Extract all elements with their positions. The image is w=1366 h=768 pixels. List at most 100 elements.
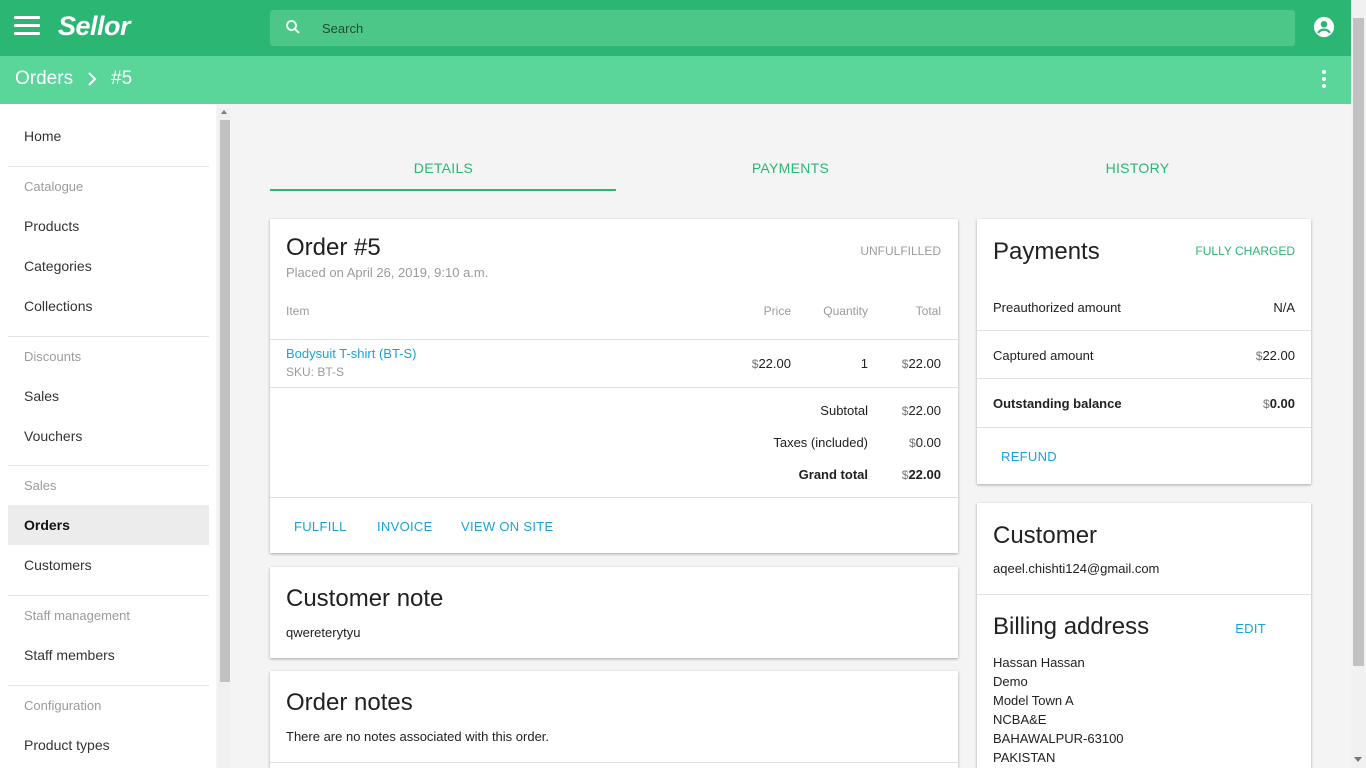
sidebar-section-discounts: Discounts xyxy=(8,336,209,376)
breadcrumb-current: #5 xyxy=(111,68,133,89)
search-input[interactable]: Search xyxy=(322,21,363,36)
breadcrumb: Orders #5 xyxy=(15,68,132,90)
address-line: Hassan Hassan xyxy=(993,655,1085,670)
column-header-total: Total xyxy=(915,304,941,318)
captured-label: Captured amount xyxy=(993,348,1094,363)
captured-amount: 22.00 xyxy=(1262,348,1295,363)
grand-total-label: Grand total xyxy=(798,467,868,482)
taxes-value: $0.00 xyxy=(909,435,941,450)
page-scrollbar-thumb[interactable] xyxy=(1353,18,1364,666)
divider xyxy=(977,594,1311,595)
address-line: BAHAWALPUR-63100 xyxy=(993,731,1124,746)
tab-history[interactable]: HISTORY xyxy=(964,150,1311,192)
subtotal-amount: 22.00 xyxy=(908,403,941,418)
scroll-up-arrow-icon[interactable] xyxy=(221,110,227,114)
customer-card: Customer aqeel.chishti124@gmail.com Bill… xyxy=(977,503,1311,768)
sidebar-section-catalogue: Catalogue xyxy=(8,166,209,206)
order-notes-title: Order notes xyxy=(286,689,413,716)
address-line: Model Town A xyxy=(993,693,1074,708)
hamburger-menu-icon[interactable] xyxy=(14,16,40,40)
payments-card: Payments FULLY CHARGED Preauthorized amo… xyxy=(977,219,1311,484)
currency-symbol: $ xyxy=(1263,397,1270,411)
order-title: Order #5 xyxy=(286,234,381,261)
captured-value: $22.00 xyxy=(1256,348,1295,363)
divider xyxy=(270,387,958,388)
fulfill-button[interactable]: FULFILL xyxy=(294,519,347,534)
order-placed-date: Placed on April 26, 2019, 9:10 a.m. xyxy=(286,265,489,280)
address-line: NCBA&E xyxy=(993,712,1047,727)
page-header: Orders #5 xyxy=(0,56,1351,104)
outstanding-label: Outstanding balance xyxy=(993,396,1122,411)
sidebar-item-collections[interactable]: Collections xyxy=(8,286,209,326)
column-header-item: Item xyxy=(286,304,310,318)
sidebar-item-home[interactable]: Home xyxy=(8,116,209,156)
billing-address-title: Billing address xyxy=(993,613,1150,640)
order-notes-empty-text: There are no notes associated with this … xyxy=(286,729,550,744)
customer-note-text: qwereterytyu xyxy=(286,625,361,640)
column-header-price: Price xyxy=(763,304,791,318)
tab-payments[interactable]: PAYMENTS xyxy=(617,150,964,192)
sidebar: Home Catalogue Products Categories Colle… xyxy=(0,104,216,768)
sidebar-scrollbar-thumb[interactable] xyxy=(220,120,230,682)
line-item-quantity: 1 xyxy=(860,356,868,371)
sidebar-item-categories[interactable]: Categories xyxy=(8,246,209,286)
view-on-site-button[interactable]: VIEW ON SITE xyxy=(461,519,553,534)
order-tabs: DETAILS PAYMENTS HISTORY xyxy=(270,150,1311,192)
grand-total-value: $22.00 xyxy=(902,467,941,482)
currency-symbol: $ xyxy=(909,436,916,450)
taxes-amount: 0.00 xyxy=(915,435,941,450)
chevron-right-icon xyxy=(88,72,97,86)
search-icon xyxy=(286,20,300,34)
taxes-label: Taxes (included) xyxy=(773,435,868,450)
grand-total-amount: 22.00 xyxy=(908,467,941,482)
more-vert-icon[interactable] xyxy=(1318,70,1330,90)
app-logo[interactable]: Sellor xyxy=(58,11,131,42)
refund-button[interactable]: REFUND xyxy=(1001,449,1057,464)
address-line: Demo xyxy=(993,674,1028,689)
divider xyxy=(270,762,958,763)
sidebar-item-vouchers[interactable]: Vouchers xyxy=(8,416,209,456)
sidebar-item-products[interactable]: Products xyxy=(8,206,209,246)
sidebar-section-configuration: Configuration xyxy=(8,685,209,725)
subtotal-value: $22.00 xyxy=(902,403,941,418)
sidebar-item-product-types[interactable]: Product types xyxy=(8,725,209,765)
sidebar-section-sales: Sales xyxy=(8,465,209,505)
address-line: PAKISTAN xyxy=(993,750,1056,765)
sidebar-item-orders[interactable]: Orders xyxy=(8,505,209,545)
line-item-price: $22.00 xyxy=(752,356,791,371)
customer-title: Customer xyxy=(993,522,1098,549)
scroll-down-arrow-icon[interactable] xyxy=(1354,757,1362,762)
line-item-total-value: 22.00 xyxy=(908,356,941,371)
customer-note-card: Customer note qwereterytyu xyxy=(270,567,958,658)
outstanding-amount: 0.00 xyxy=(1269,396,1295,411)
customer-note-title: Customer note xyxy=(286,585,444,612)
line-item-name-link[interactable]: Bodysuit T-shirt (BT-S) xyxy=(286,346,417,361)
divider xyxy=(977,330,1311,331)
preauthorized-value: N/A xyxy=(1273,300,1295,315)
invoice-button[interactable]: INVOICE xyxy=(377,519,433,534)
order-card: Order #5 UNFULFILLED Placed on April 26,… xyxy=(270,219,958,553)
edit-billing-button[interactable]: EDIT xyxy=(1235,621,1266,636)
search-bar[interactable]: Search xyxy=(270,10,1295,46)
payment-status-badge: FULLY CHARGED xyxy=(1195,244,1295,258)
preauthorized-label: Preauthorized amount xyxy=(993,300,1121,315)
customer-email: aqeel.chishti124@gmail.com xyxy=(993,561,1160,576)
outstanding-value: $0.00 xyxy=(1263,396,1295,411)
order-status-badge: UNFULFILLED xyxy=(860,244,941,258)
divider xyxy=(270,497,958,498)
divider xyxy=(977,427,1311,428)
sidebar-item-customers[interactable]: Customers xyxy=(8,545,209,585)
line-item-total: $22.00 xyxy=(902,356,941,371)
tab-details[interactable]: DETAILS xyxy=(270,150,617,192)
sidebar-section-staff: Staff management xyxy=(8,595,209,635)
subtotal-label: Subtotal xyxy=(820,403,868,418)
divider xyxy=(270,339,958,340)
column-header-quantity: Quantity xyxy=(823,304,868,318)
account-circle-icon[interactable] xyxy=(1313,16,1335,38)
billing-address: Hassan Hassan Demo Model Town A NCBA&E B… xyxy=(993,653,1124,767)
sidebar-item-staff-members[interactable]: Staff members xyxy=(8,635,209,675)
breadcrumb-orders[interactable]: Orders xyxy=(15,68,73,90)
line-item-price-value: 22.00 xyxy=(758,356,791,371)
sidebar-item-sales[interactable]: Sales xyxy=(8,376,209,416)
payments-title: Payments xyxy=(993,238,1100,265)
